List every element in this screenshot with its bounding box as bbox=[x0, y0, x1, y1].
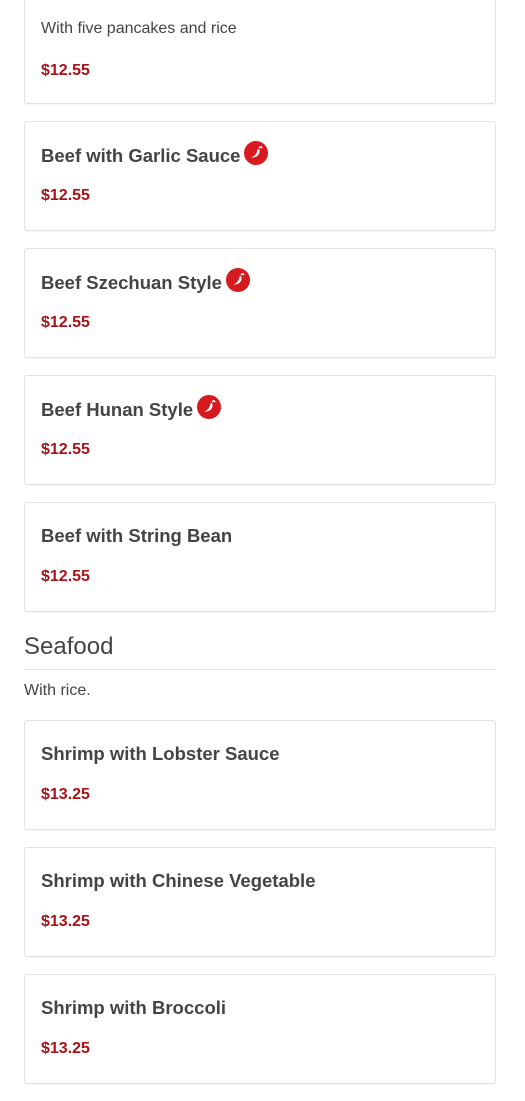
menu-item-name-text: Beef Szechuan Style bbox=[41, 272, 222, 293]
menu-item-price: $12.55 bbox=[41, 187, 90, 204]
menu-item-card[interactable]: Beef Szechuan Style $12.55 bbox=[24, 248, 496, 358]
menu-item-card[interactable]: Shrimp with Lobster Sauce $13.25 bbox=[24, 720, 496, 830]
menu-item-name-text: Shrimp with Chinese Vegetable bbox=[41, 870, 316, 891]
menu-item-name-text: Beef with Garlic Sauce bbox=[41, 145, 241, 166]
menu-item-price: $13.25 bbox=[41, 786, 90, 803]
menu-item-card[interactable]: Beef Hunan Style $12.55 bbox=[24, 375, 496, 485]
menu-item-price: $12.55 bbox=[41, 314, 90, 331]
menu-item-price: $12.55 bbox=[41, 62, 90, 79]
menu-section-seafood: Seafood With rice. Shrimp with Lobster S… bbox=[24, 629, 496, 1084]
menu-item-name-text: Beef with String Bean bbox=[41, 525, 233, 546]
menu-item-name-text: Beef Hunan Style bbox=[41, 399, 194, 420]
menu-item-card[interactable]: With five pancakes and rice $12.55 bbox=[24, 0, 496, 104]
menu-item-name: Shrimp with Lobster Sauce bbox=[41, 743, 280, 765]
menu-item-name-text: Shrimp with Lobster Sauce bbox=[41, 743, 280, 764]
menu-item-card[interactable]: Shrimp with Broccoli $13.25 bbox=[24, 974, 496, 1084]
menu-item-card[interactable]: Beef with Garlic Sauce $12.55 bbox=[24, 121, 496, 231]
menu-item-name: Beef with Garlic Sauce bbox=[41, 141, 269, 168]
menu-item-name: Beef Szechuan Style bbox=[41, 268, 250, 295]
menu-item-card[interactable]: Beef with String Bean $12.55 bbox=[24, 502, 496, 612]
menu-item-name: Beef with String Bean bbox=[41, 525, 232, 547]
menu-item-card[interactable]: Shrimp with Chinese Vegetable $13.25 bbox=[24, 847, 496, 957]
menu-item-price: $13.25 bbox=[41, 1040, 90, 1057]
section-description: With rice. bbox=[24, 682, 91, 699]
section-item-list: Shrimp with Lobster Sauce $13.25 Shrimp … bbox=[24, 720, 496, 1084]
menu-item-name: Beef Hunan Style bbox=[41, 395, 222, 422]
chili-pepper-icon bbox=[244, 141, 269, 165]
menu-item-price: $12.55 bbox=[41, 568, 90, 585]
chili-pepper-icon bbox=[225, 268, 250, 292]
menu-item-price: $12.55 bbox=[41, 441, 90, 458]
menu-item-description: With five pancakes and rice bbox=[41, 20, 237, 37]
menu-item-price: $13.25 bbox=[41, 913, 90, 930]
section-title: Seafood bbox=[24, 629, 496, 670]
menu-item-name: Shrimp with Chinese Vegetable bbox=[41, 870, 315, 892]
menu-item-name-text: Shrimp with Broccoli bbox=[41, 997, 227, 1018]
menu-page: With five pancakes and rice $12.55 Beef … bbox=[24, 0, 496, 1101]
menu-item-name: Shrimp with Broccoli bbox=[41, 997, 226, 1019]
chili-pepper-icon bbox=[197, 395, 222, 419]
